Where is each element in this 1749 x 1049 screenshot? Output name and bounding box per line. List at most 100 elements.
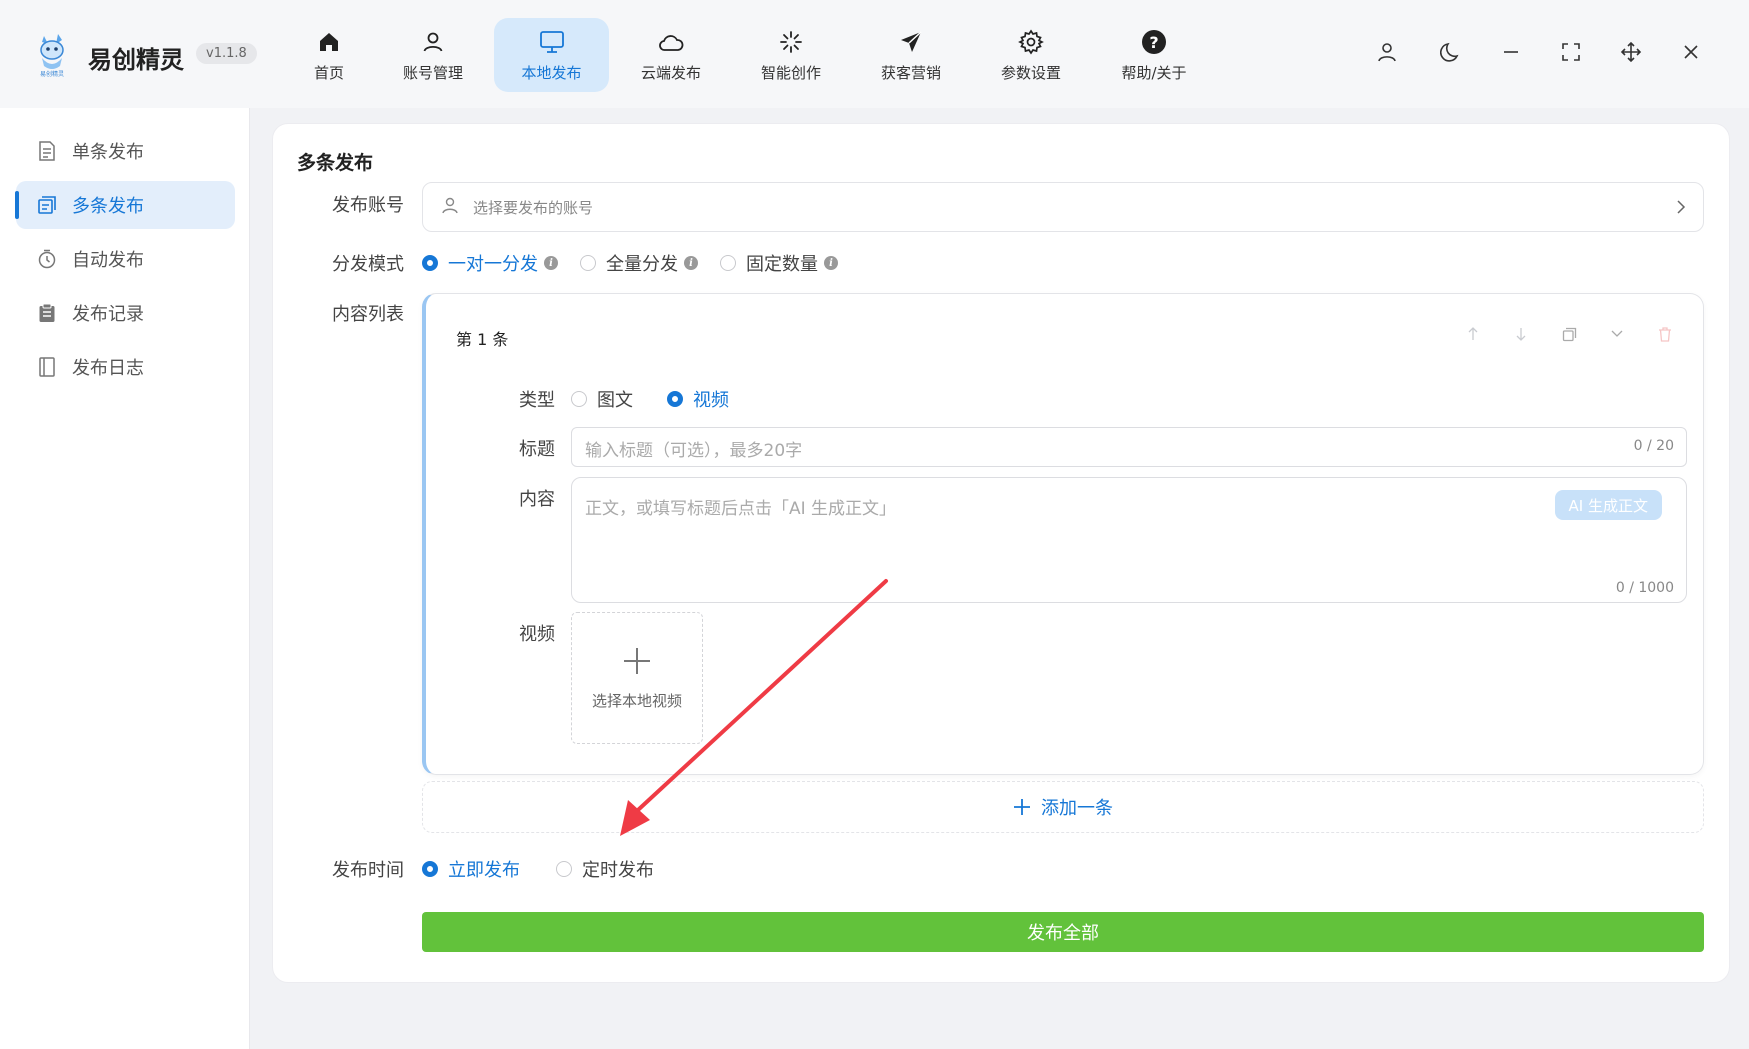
nav-home[interactable]: 首页 [294, 18, 364, 92]
info-icon[interactable]: i [684, 256, 698, 270]
mode-label: 分发模式 [332, 254, 404, 275]
cloud-icon [657, 28, 685, 56]
radio-label: 一对一分发 [448, 254, 538, 275]
nav-settings[interactable]: 参数设置 [988, 18, 1074, 92]
info-icon[interactable]: i [824, 256, 838, 270]
account-placeholder: 选择要发布的账号 [473, 198, 594, 217]
radio-label: 固定数量 [746, 254, 818, 275]
title-counter: 0 / 20 [1633, 438, 1674, 454]
collapse-icon[interactable] [1607, 324, 1627, 344]
title-placeholder: 输入标题（可选），最多20字 [585, 441, 803, 461]
monitor-icon [538, 28, 566, 56]
move-down-icon[interactable] [1511, 324, 1531, 344]
radio-label: 视频 [693, 390, 729, 411]
sidebar-item-auto-publish[interactable]: 自动发布 [16, 235, 235, 283]
nav-label: 本地发布 [521, 63, 582, 82]
sidebar-item-publish-records[interactable]: 发布记录 [16, 289, 235, 337]
top-bar: 易创精灵 易创精灵 v1.1.8 首页 账号管理 本地发布 云端发布 智能创作 … [0, 0, 1749, 108]
publish-all-button[interactable]: 发布全部 [422, 912, 1704, 952]
mode-full-radio[interactable]: 全量分发 i [580, 250, 698, 276]
app-logo: 易创精灵 [32, 30, 72, 78]
timer-icon [36, 248, 58, 270]
add-item-button[interactable]: 添加一条 [422, 781, 1704, 833]
add-item-label: 添加一条 [1041, 798, 1113, 819]
close-button[interactable] [1677, 40, 1705, 68]
profile-button[interactable] [1373, 40, 1401, 68]
sidebar-item-publish-log[interactable]: 发布日志 [16, 343, 235, 391]
ai-generate-button[interactable]: AI 生成正文 [1554, 490, 1662, 520]
nav-label: 参数设置 [1000, 63, 1061, 82]
nav-local-publish[interactable]: 本地发布 [494, 18, 609, 92]
nav-label: 账号管理 [402, 63, 463, 82]
video-upload-button[interactable]: 选择本地视频 [571, 612, 703, 744]
content-list-label: 内容列表 [332, 304, 404, 325]
nav-ai-create[interactable]: 智能创作 [748, 18, 834, 92]
type-video-radio[interactable]: 视频 [667, 386, 729, 412]
logo-caption: 易创精灵 [40, 70, 64, 78]
app-name: 易创精灵 [88, 46, 184, 74]
sidebar-item-label: 发布记录 [72, 304, 144, 325]
radio-dot [556, 861, 572, 877]
type-label: 类型 [519, 390, 555, 411]
sidebar-item-multi-publish[interactable]: 多条发布 [15, 181, 235, 229]
sidebar-item-label: 自动发布 [72, 250, 144, 271]
dark-mode-toggle[interactable] [1437, 40, 1465, 68]
plus-icon [1013, 798, 1031, 816]
nav-help[interactable]: ? 帮助/关于 [1111, 18, 1197, 92]
fullscreen-button[interactable] [1557, 40, 1585, 68]
account-select[interactable]: 选择要发布的账号 [422, 182, 1704, 232]
user-icon [419, 28, 447, 56]
close-icon [1682, 43, 1700, 65]
scheduled-publish-radio[interactable]: 定时发布 [556, 856, 654, 882]
radio-dot [422, 861, 438, 877]
content-item-card: 第 1 条 类型 图文 视频 标题 输入标题（可选），最多20字 0 / 20 … [422, 293, 1704, 775]
sidebar: 单条发布 多条发布 自动发布 发布记录 发布日志 [0, 108, 250, 1049]
notebook-icon [36, 356, 58, 378]
content-textarea[interactable]: 正文，或填写标题后点击「AI 生成正文」 AI 生成正文 0 / 1000 [571, 477, 1687, 603]
type-image-text-radio[interactable]: 图文 [571, 386, 633, 412]
publish-time-radio-group: 立即发布 定时发布 [422, 856, 654, 882]
nav-label: 获客营销 [880, 63, 941, 82]
mode-fixed-count-radio[interactable]: 固定数量 i [720, 250, 838, 276]
publish-time-label: 发布时间 [332, 860, 404, 881]
sparkle-icon [777, 28, 805, 56]
gear-icon [1017, 28, 1045, 56]
document-icon [36, 140, 58, 162]
svg-text:?: ? [1149, 33, 1158, 52]
radio-label: 定时发布 [582, 860, 654, 881]
send-icon [897, 28, 925, 56]
multi-document-icon [36, 194, 58, 216]
content-item-title: 第 1 条 [456, 330, 509, 349]
page-title: 多条发布 [297, 152, 374, 174]
content-placeholder: 正文，或填写标题后点击「AI 生成正文」 [585, 499, 897, 519]
user-icon [441, 196, 459, 218]
nav-label: 云端发布 [640, 63, 701, 82]
sidebar-item-single-publish[interactable]: 单条发布 [16, 127, 235, 175]
content-counter: 0 / 1000 [1615, 580, 1674, 596]
copy-icon[interactable] [1559, 324, 1579, 344]
info-icon[interactable]: i [544, 256, 558, 270]
fullscreen-icon [1561, 42, 1581, 66]
nav-label: 帮助/关于 [1121, 63, 1187, 82]
item-toolbar [1463, 324, 1675, 344]
radio-dot [667, 391, 683, 407]
mode-one-to-one-radio[interactable]: 一对一分发 i [422, 250, 558, 276]
nav-account-manage[interactable]: 账号管理 [390, 18, 476, 92]
move-up-icon[interactable] [1463, 324, 1483, 344]
moon-icon [1440, 41, 1462, 67]
nav-cloud-publish[interactable]: 云端发布 [628, 18, 714, 92]
nav-label: 首页 [313, 63, 344, 82]
radio-dot [720, 255, 736, 271]
title-input[interactable]: 输入标题（可选），最多20字 0 / 20 [571, 427, 1687, 467]
nav-label: 智能创作 [760, 63, 821, 82]
radio-dot [571, 391, 587, 407]
move-window-handle[interactable] [1617, 40, 1645, 68]
nav-marketing[interactable]: 获客营销 [868, 18, 954, 92]
delete-icon[interactable] [1655, 324, 1675, 344]
radio-dot [580, 255, 596, 271]
minimize-button[interactable] [1497, 40, 1525, 68]
publish-now-radio[interactable]: 立即发布 [422, 856, 520, 882]
radio-label: 图文 [597, 390, 633, 411]
sidebar-item-label: 发布日志 [72, 358, 144, 379]
chevron-right-icon [1675, 198, 1687, 220]
